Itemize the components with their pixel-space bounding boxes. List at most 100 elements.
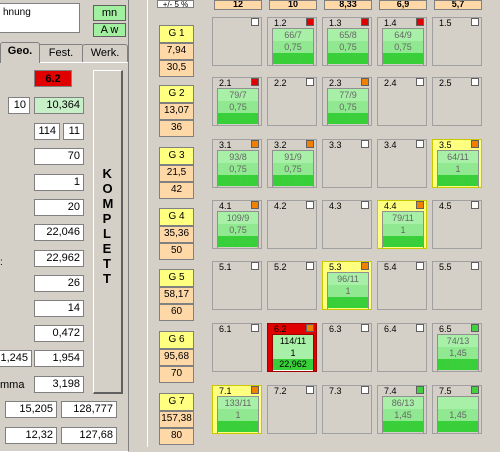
status-square-icon[interactable]: [251, 201, 259, 209]
mma-value[interactable]: 3,198: [34, 376, 84, 393]
grid-cell[interactable]: 4.4 79/11 1 21,655: [377, 200, 427, 249]
tab-geo[interactable]: Geo.: [0, 42, 40, 63]
grid-cell[interactable]: 3.5 64/11 1 22,962: [432, 139, 482, 188]
value-field[interactable]: 22,046: [34, 224, 84, 241]
pair1-a[interactable]: 1,245: [0, 350, 32, 367]
row1-small[interactable]: 10: [8, 97, 30, 114]
status-square-icon[interactable]: [471, 78, 479, 86]
status-square-icon[interactable]: [361, 18, 369, 26]
grid-cell[interactable]: 1.3 65/8 0,75 22,242: [322, 17, 372, 66]
grid-cell[interactable]: 3.3: [322, 139, 372, 188]
grid-cell[interactable]: 5.5: [432, 261, 482, 310]
group-button[interactable]: G 1: [159, 25, 194, 43]
grid-cell[interactable]: 4.2: [267, 200, 317, 249]
status-square-icon[interactable]: [306, 324, 314, 332]
status-square-icon[interactable]: [471, 140, 479, 148]
grid-cell[interactable]: 7.4 86/13 1,45 22,297: [377, 385, 427, 434]
status-square-icon[interactable]: [306, 386, 314, 394]
status-square-icon[interactable]: [361, 324, 369, 332]
status-square-icon[interactable]: [251, 78, 259, 86]
tab-werk[interactable]: Werk.: [82, 44, 128, 63]
group-button[interactable]: G 5: [159, 269, 194, 287]
status-square-icon[interactable]: [251, 262, 259, 270]
grid-cell[interactable]: 1.4 64/9 0,75 22,242: [377, 17, 427, 66]
grid-cell[interactable]: 1.2 66/7 0,75 22,242: [267, 17, 317, 66]
title-field[interactable]: hnung: [0, 3, 80, 33]
value-field[interactable]: 1: [34, 174, 84, 191]
tab-fest[interactable]: Fest.: [38, 44, 84, 63]
status-square-icon[interactable]: [471, 262, 479, 270]
status-square-icon[interactable]: [416, 18, 424, 26]
grid-cell[interactable]: 6.1: [212, 323, 262, 372]
status-square-icon[interactable]: [306, 140, 314, 148]
status-square-icon[interactable]: [251, 140, 259, 148]
grid-cell[interactable]: 7.2: [267, 385, 317, 434]
grid-cell[interactable]: 2.3 77/9 0,75 22,807: [322, 77, 372, 126]
grid-cell[interactable]: 4.5: [432, 200, 482, 249]
grid-cell[interactable]: 5.4: [377, 261, 427, 310]
mode-button-aw[interactable]: A w: [93, 23, 126, 37]
pair2-b[interactable]: 128,777: [61, 401, 117, 418]
grid-cell[interactable]: 4.3: [322, 200, 372, 249]
grid-cell[interactable]: 2.5: [432, 77, 482, 126]
status-square-icon[interactable]: [361, 201, 369, 209]
status-square-icon[interactable]: [416, 324, 424, 332]
status-square-icon[interactable]: [251, 324, 259, 332]
grid-cell[interactable]: 1.5: [432, 17, 482, 66]
grid-cell[interactable]: 4.1 109/9 0,75 24,124: [212, 200, 262, 249]
grid-cell[interactable]: 6.4: [377, 323, 427, 372]
status-square-icon[interactable]: [471, 18, 479, 26]
grid-cell[interactable]: 7.5 1,45 22,297: [432, 385, 482, 434]
pair2-a[interactable]: 15,205: [5, 401, 57, 418]
status-square-icon[interactable]: [416, 201, 424, 209]
mode-button-mn[interactable]: mn: [93, 5, 126, 21]
status-square-icon[interactable]: [361, 386, 369, 394]
value-field[interactable]: 22,962: [34, 250, 84, 267]
status-square-icon[interactable]: [416, 78, 424, 86]
grid-cell[interactable]: [212, 17, 262, 66]
group-button[interactable]: G 2: [159, 85, 194, 103]
grid-cell[interactable]: 5.2: [267, 261, 317, 310]
row1-value[interactable]: 10,364: [34, 97, 84, 114]
grid-cell[interactable]: 3.4: [377, 139, 427, 188]
grid-cell[interactable]: 5.1: [212, 261, 262, 310]
value-field[interactable]: 14: [34, 300, 84, 317]
status-square-icon[interactable]: [306, 78, 314, 86]
grid-cell[interactable]: 6.3: [322, 323, 372, 372]
status-square-icon[interactable]: [471, 324, 479, 332]
grid-cell[interactable]: 6.2 114/11 1 22,962: [267, 323, 317, 372]
status-square-icon[interactable]: [416, 262, 424, 270]
grid-cell[interactable]: 7.1 133/11 1 21,955: [212, 385, 262, 434]
grid-cell[interactable]: 5.3 96/11 1 22,207: [322, 261, 372, 310]
status-square-icon[interactable]: [306, 18, 314, 26]
value-field[interactable]: 70: [34, 148, 84, 165]
row2-a[interactable]: 114: [34, 123, 60, 140]
value-field[interactable]: 26: [34, 275, 84, 292]
value-field[interactable]: 0,472: [34, 325, 84, 342]
grid-cell[interactable]: 3.1 93/8 0,75 21,57: [212, 139, 262, 188]
status-square-icon[interactable]: [416, 140, 424, 148]
grid-cell[interactable]: 3.2 91/9 0,75 21,57: [267, 139, 317, 188]
status-square-icon[interactable]: [306, 262, 314, 270]
status-square-icon[interactable]: [361, 78, 369, 86]
pair1-b[interactable]: 1,954: [34, 350, 84, 367]
grid-cell[interactable]: 2.4: [377, 77, 427, 126]
status-square-icon[interactable]: [471, 201, 479, 209]
pair3-a[interactable]: 12,32: [5, 427, 57, 444]
komplett-button[interactable]: KOMPLETT: [93, 70, 123, 394]
pair3-b[interactable]: 127,68: [61, 427, 117, 444]
grid-cell[interactable]: 2.2: [267, 77, 317, 126]
status-square-icon[interactable]: [416, 386, 424, 394]
group-button[interactable]: G 7: [159, 393, 194, 411]
group-button[interactable]: G 6: [159, 331, 194, 349]
status-square-icon[interactable]: [251, 386, 259, 394]
group-button[interactable]: G 4: [159, 208, 194, 226]
group-button[interactable]: G 3: [159, 147, 194, 165]
grid-cell[interactable]: 2.1 79/7 0,75 22,807: [212, 77, 262, 126]
grid-cell[interactable]: 7.3: [322, 385, 372, 434]
status-square-icon[interactable]: [361, 262, 369, 270]
status-square-icon[interactable]: [361, 140, 369, 148]
status-square-icon[interactable]: [306, 201, 314, 209]
status-square-icon[interactable]: [251, 18, 259, 26]
status-square-icon[interactable]: [471, 386, 479, 394]
